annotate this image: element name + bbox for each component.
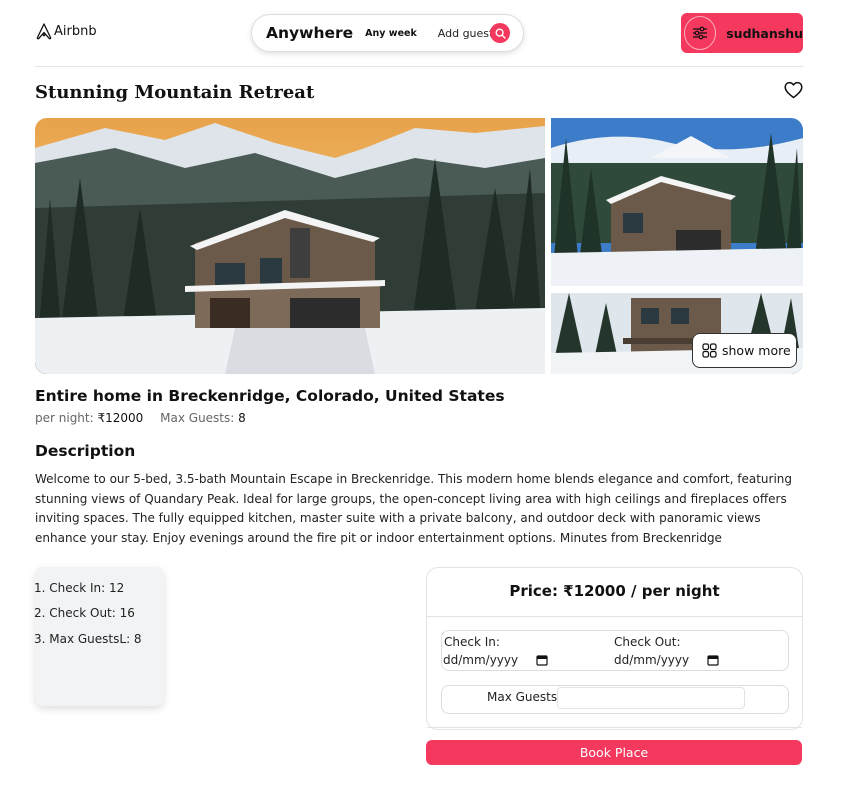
check-out-input[interactable]: dd/mm/yyyy	[614, 653, 719, 667]
gallery-photo-2[interactable]	[551, 118, 803, 286]
show-more-label: show more	[722, 343, 791, 358]
per-night-label: per night:	[35, 411, 94, 425]
booking-divider	[427, 616, 802, 617]
per-night-value: ₹12000	[97, 411, 144, 425]
guests-box: Max Guests	[441, 685, 789, 714]
check-in-placeholder: dd/mm/yyyy	[443, 653, 519, 667]
page-title: Stunning Mountain Retreat	[35, 82, 315, 103]
info-check-in: 1. Check In: 12	[34, 581, 125, 595]
booking-bottom-divider	[427, 727, 802, 728]
max-guests-label: Max Guests:	[160, 411, 235, 425]
airbnb-logo-icon	[36, 23, 52, 40]
search-icon	[494, 27, 506, 39]
booking-widget: Price: ₹12000 / per night Check In: dd/m…	[426, 567, 803, 730]
check-in-input[interactable]: dd/mm/yyyy	[443, 653, 548, 667]
heart-icon[interactable]	[784, 81, 803, 99]
booking-price: Price: ₹12000 / per night	[509, 582, 720, 600]
info-card: 1. Check In: 12 2. Check Out: 16 3. Max …	[34, 567, 164, 706]
check-out-placeholder: dd/mm/yyyy	[614, 653, 690, 667]
user-menu-button[interactable]: sudhanshu	[681, 13, 803, 53]
book-place-button[interactable]: Book Place	[426, 740, 802, 765]
search-bar[interactable]: Anywhere Any week Add guests	[251, 14, 524, 52]
max-guests-field-label: Max Guests	[487, 690, 558, 704]
main-photo[interactable]	[35, 118, 545, 374]
max-guests-input[interactable]	[557, 687, 745, 709]
search-location[interactable]: Anywhere	[266, 24, 353, 42]
calendar-icon[interactable]	[536, 654, 548, 666]
brand-name: Airbnb	[54, 24, 97, 39]
photo-gallery	[35, 118, 803, 374]
search-week[interactable]: Any week	[365, 28, 417, 39]
description-text: Welcome to our 5-bed, 3.5-bath Mountain …	[35, 472, 793, 545]
check-in-label: Check In:	[444, 635, 500, 649]
info-max-guests: 3. Max GuestsL: 8	[34, 632, 142, 646]
description-heading: Description	[35, 442, 136, 460]
listing-subtitle: Entire home in Breckenridge, Colorado, U…	[35, 387, 505, 405]
dates-box: Check In: dd/mm/yyyy Check Out: dd/mm/yy…	[441, 630, 789, 671]
calendar-icon[interactable]	[707, 654, 719, 666]
show-more-button[interactable]: show more	[692, 333, 797, 368]
listing-meta: per night: ₹12000 Max Guests: 8	[35, 411, 246, 425]
max-guests-value: 8	[238, 411, 246, 425]
header: Airbnb Anywhere Any week Add guests sudh…	[0, 0, 842, 67]
info-check-out: 2. Check Out: 16	[34, 606, 135, 620]
search-button[interactable]	[490, 23, 510, 43]
logo[interactable]: Airbnb	[36, 23, 97, 40]
user-name: sudhanshu	[726, 25, 803, 41]
check-out-label: Check Out:	[614, 635, 681, 649]
menu-icon	[684, 16, 717, 50]
header-divider	[35, 66, 803, 67]
grid-icon	[702, 343, 717, 358]
